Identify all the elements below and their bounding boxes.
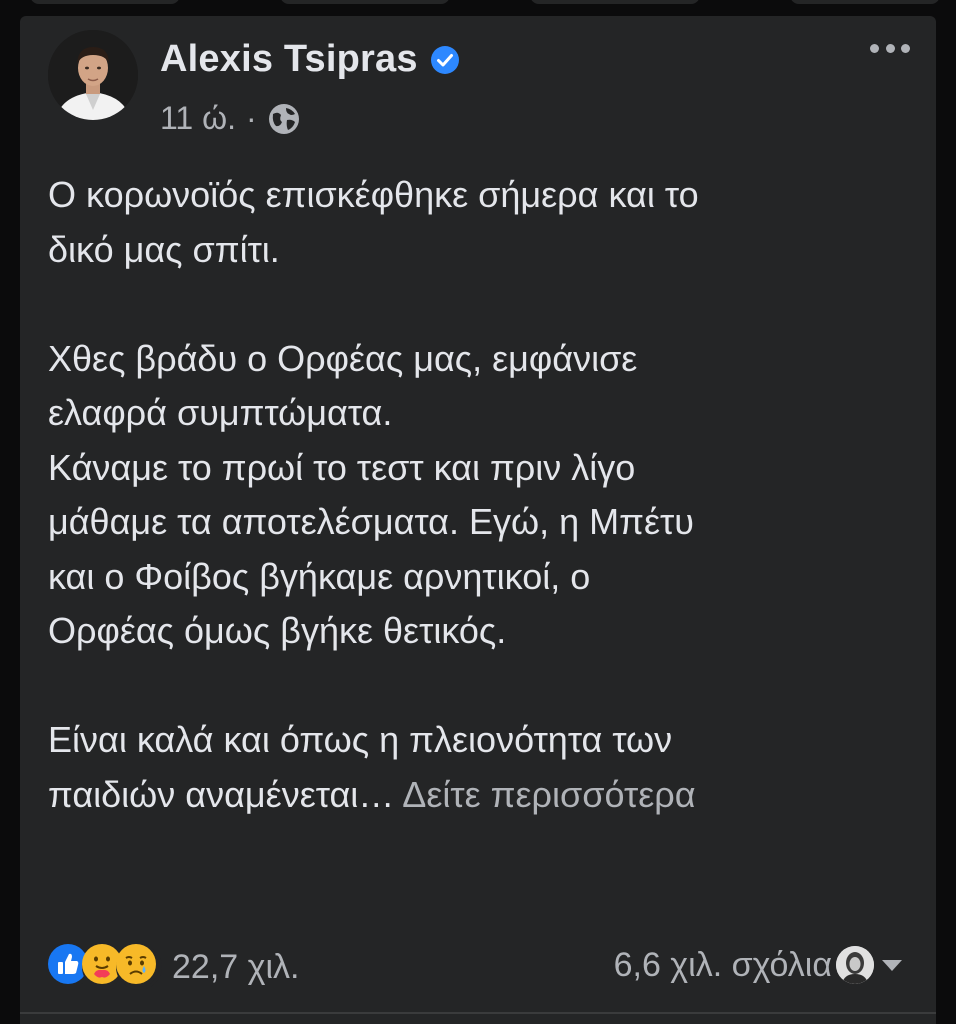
post-paragraph: Ο κορωνοϊός επισκέφθηκε σήμερα και το δι… <box>48 174 699 270</box>
post-paragraph-last: Είναι καλά και όπως η πλειονότητα των πα… <box>48 713 908 822</box>
caret-down-icon[interactable] <box>882 960 902 971</box>
author-avatar[interactable] <box>48 30 138 120</box>
comment-count[interactable]: 6,6 χιλ. σχόλια <box>614 946 832 985</box>
top-tab-pill <box>530 0 700 4</box>
see-more-link[interactable]: Δείτε περισσότερα <box>402 774 695 815</box>
commenter-avatar[interactable] <box>836 946 874 984</box>
commenter-photo <box>836 946 874 984</box>
reactions-summary[interactable]: 22,7 χιλ. <box>48 944 299 990</box>
more-dot <box>885 43 895 53</box>
divider <box>20 1012 936 1014</box>
post-paragraph: Χθες βράδυ ο Ορφέας μας, εμφάνισε ελαφρά… <box>48 337 694 652</box>
sad-icon <box>116 944 162 990</box>
author-photo <box>48 30 138 120</box>
verified-badge-icon <box>430 45 460 75</box>
top-tab-pill <box>280 0 450 4</box>
more-dot <box>901 43 910 53</box>
post-meta: 11 ώ. · <box>160 100 301 137</box>
post-timestamp[interactable]: 11 ώ. <box>160 100 236 137</box>
author-row: Alexis Tsipras <box>160 38 460 81</box>
top-strip <box>0 0 956 10</box>
more-dot <box>870 43 879 53</box>
author-name[interactable]: Alexis Tsipras <box>160 38 418 81</box>
more-options-button[interactable] <box>870 38 910 58</box>
reaction-count[interactable]: 22,7 χιλ. <box>172 948 299 987</box>
post-text: Ο κορωνοϊός επισκέφθηκε σήμερα και το δι… <box>48 168 908 822</box>
globe-icon <box>267 102 301 136</box>
top-tab-pill <box>790 0 940 4</box>
top-tab-pill <box>30 0 180 4</box>
meta-separator: · <box>245 100 257 136</box>
